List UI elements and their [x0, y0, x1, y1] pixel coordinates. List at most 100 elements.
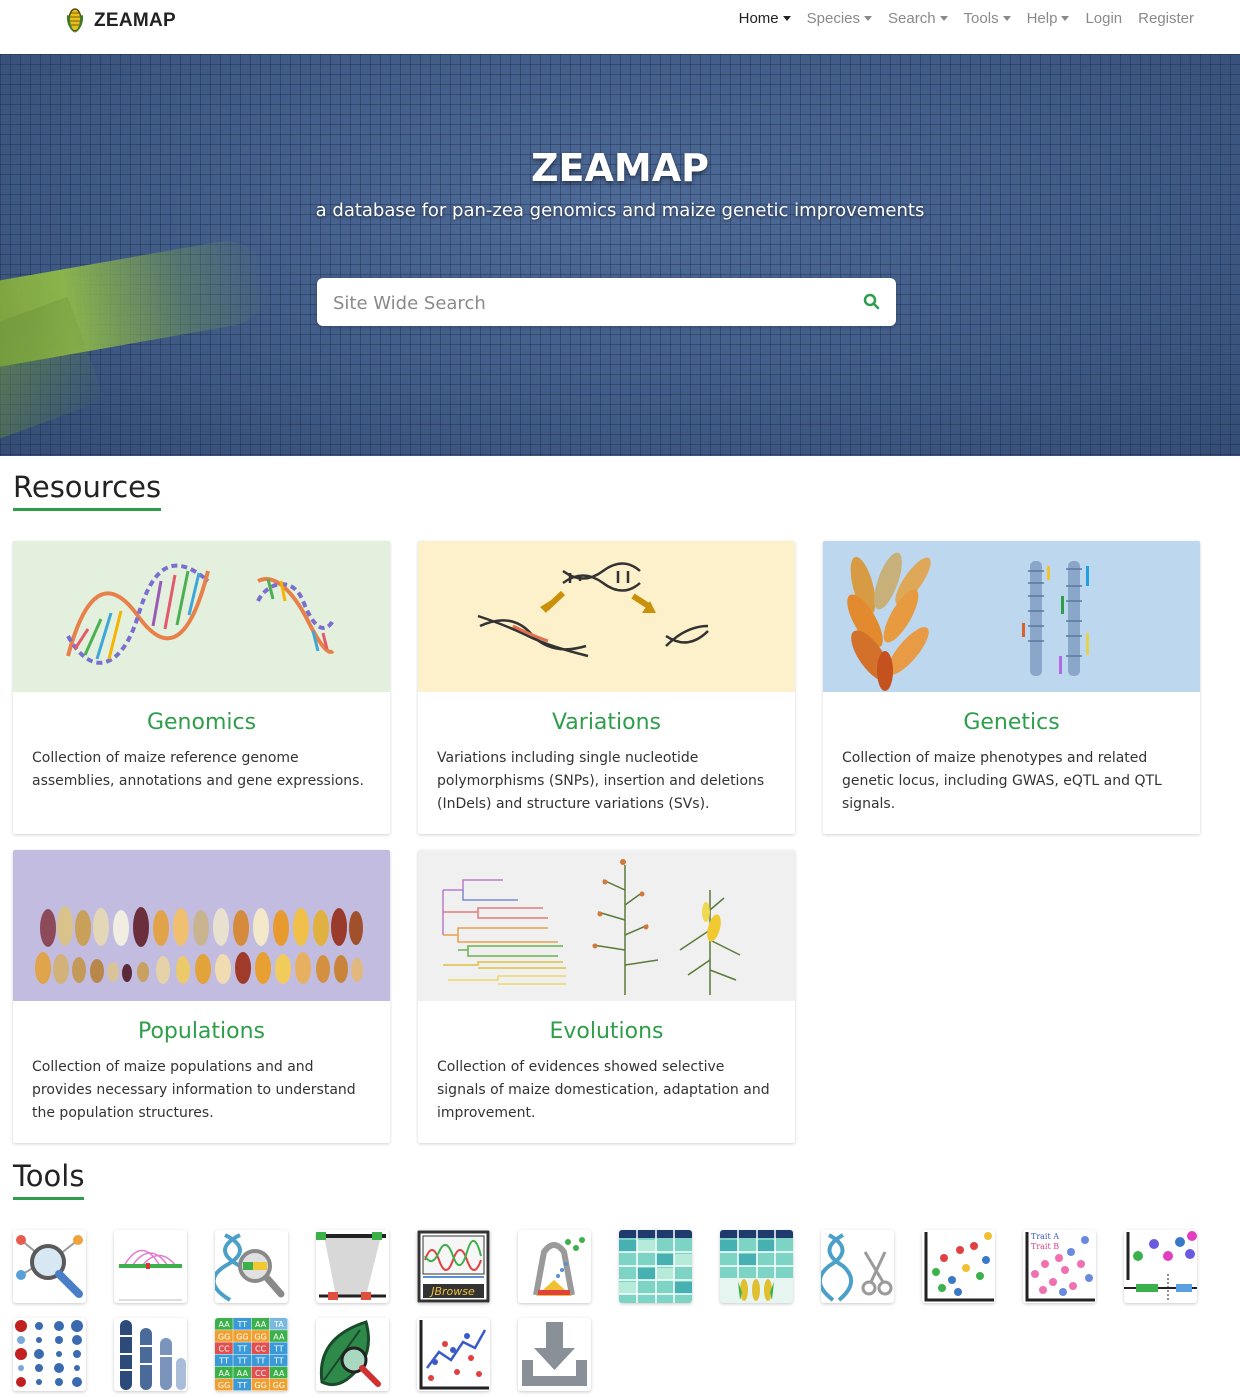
phylogeny-plant-icon	[442, 859, 741, 995]
expression-heatmap-icon	[619, 1230, 692, 1303]
line-chart-icon	[419, 1320, 489, 1390]
genotype-cell-label: GG	[236, 1332, 248, 1341]
nav-search[interactable]: Search	[888, 10, 948, 27]
tool-network-search[interactable]	[13, 1230, 86, 1303]
tool-scatter-plot[interactable]	[922, 1230, 995, 1303]
tool-leaf-search[interactable]	[316, 1318, 389, 1391]
jbrowse-icon: JBrowse	[417, 1230, 490, 1303]
corn-logo-icon	[66, 8, 84, 33]
card-description: Variations including single nucleotide p…	[437, 750, 765, 812]
genotype-cell-label: GG	[273, 1381, 285, 1390]
nav-help[interactable]: Help	[1027, 10, 1070, 27]
tool-primer-design[interactable]	[518, 1230, 591, 1303]
nav-home[interactable]: Home	[739, 10, 791, 27]
genotype-cell-label: AA	[219, 1320, 231, 1329]
populations-image	[13, 850, 390, 1001]
nav-species[interactable]: Species	[806, 10, 873, 27]
tool-synteny[interactable]	[114, 1230, 187, 1303]
nav-search-label: Search	[888, 10, 936, 27]
genetics-image	[823, 541, 1200, 692]
resource-card-populations[interactable]: Populations Collection of maize populati…	[13, 850, 390, 1143]
trait-b-label: Trait B	[1031, 1242, 1059, 1251]
genotype-table-icon: AA TT AA TA GG GG GG AA CC TT CC TT TT TT TT TT AA AA CC AA…	[215, 1318, 288, 1391]
crispr-icon	[821, 1233, 893, 1302]
nav-login[interactable]: Login	[1085, 10, 1122, 27]
card-description: Collection of maize reference genome ass…	[32, 750, 364, 789]
leaf-search-icon	[319, 1320, 381, 1387]
brand[interactable]: ZEAMAP	[64, 7, 176, 35]
tool-expression-heatmap[interactable]	[619, 1230, 692, 1303]
trait-scatter-icon: Trait A Trait B	[1025, 1232, 1095, 1302]
caret-down-icon	[1061, 16, 1070, 21]
card-description: Collection of maize phenotypes and relat…	[842, 750, 1162, 812]
tool-trait-scatter[interactable]: Trait A Trait B	[1023, 1230, 1096, 1303]
resource-card-genomics[interactable]: Genomics Collection of maize reference g…	[13, 541, 390, 834]
corn-ear-chromosome-icon	[847, 552, 1089, 691]
navbar: ZEAMAP Home Species Search Tools Help Lo…	[0, 0, 1240, 55]
genotype-cell-label: AA	[273, 1369, 285, 1378]
nav-home-label: Home	[738, 10, 779, 27]
card-title: Variations	[551, 710, 662, 735]
nav-login-label: Login	[1085, 10, 1123, 27]
search-icon[interactable]	[862, 292, 882, 312]
caret-down-icon	[1002, 16, 1011, 21]
tool-gene-structure[interactable]	[1124, 1230, 1197, 1303]
scatter-plot-icon	[924, 1232, 994, 1302]
tool-jbrowse[interactable]: JBrowse	[417, 1230, 490, 1303]
tool-line-chart[interactable]	[417, 1318, 490, 1391]
card-description: Collection of maize populations and and …	[32, 1059, 356, 1121]
phenotype-heatmap-icon	[720, 1230, 793, 1303]
jbrowse-label: JBrowse	[429, 1285, 475, 1298]
hero-title: ZEAMAP	[531, 146, 709, 190]
corn-varieties-icon	[35, 906, 363, 984]
card-title: Populations	[137, 1019, 266, 1044]
genotype-cell-label: GG	[254, 1381, 266, 1390]
card-title: Genomics	[146, 710, 257, 735]
resource-card-genetics[interactable]: Genetics Collection of maize phenotypes …	[823, 541, 1200, 834]
genome-compare-icon	[316, 1232, 386, 1300]
gene-structure-icon	[1124, 1231, 1197, 1302]
resource-card-evolutions[interactable]: Evolutions Collection of evidences showe…	[418, 850, 795, 1143]
primer-design-icon	[533, 1237, 585, 1296]
nav-help-label: Help	[1026, 10, 1058, 27]
tool-dot-matrix[interactable]	[13, 1318, 86, 1391]
tool-dna-search[interactable]	[215, 1230, 288, 1303]
genotype-cell-label: TA	[273, 1320, 284, 1329]
genotype-cell-label: AA	[255, 1320, 267, 1329]
hero-banner: ZEAMAP a database for pan-zea genomics a…	[0, 54, 1240, 456]
dna-mutation-icon	[477, 562, 709, 658]
genotype-cell-label: TT	[237, 1344, 248, 1353]
chromosome-icon	[120, 1320, 186, 1390]
site-search	[317, 278, 896, 328]
genotype-cell-label: TT	[237, 1381, 248, 1390]
tool-download[interactable]	[518, 1318, 591, 1391]
genotype-cell-label: TT	[255, 1357, 266, 1366]
genotype-cell-label: TT	[237, 1357, 248, 1366]
tool-chromosome[interactable]	[114, 1318, 187, 1391]
caret-down-icon	[864, 16, 873, 21]
caret-down-icon	[782, 16, 791, 21]
dna-search-icon	[215, 1233, 285, 1302]
nav-species-label: Species	[806, 10, 861, 27]
tool-genome-compare[interactable]	[316, 1230, 389, 1303]
tool-crispr[interactable]	[821, 1230, 894, 1303]
genotype-cell-label: AA	[237, 1369, 249, 1378]
network-search-icon	[16, 1235, 83, 1298]
brand-name: ZEAMAP	[94, 10, 177, 31]
nav-tools[interactable]: Tools	[964, 10, 1011, 27]
genotype-cell-label: CC	[219, 1344, 231, 1353]
genotype-cell-label: GG	[218, 1381, 230, 1390]
resource-card-variations[interactable]: Variations Variations including single n…	[418, 541, 795, 834]
tool-genotype-table[interactable]: AA TT AA TA GG GG GG AA CC TT CC TT TT TT TT TT AA AA CC AA…	[215, 1318, 288, 1391]
download-icon	[522, 1322, 587, 1386]
nav-register-label: Register	[1138, 10, 1194, 27]
dot-matrix-icon	[15, 1320, 83, 1387]
genotype-cell-label: GG	[254, 1332, 266, 1341]
caret-down-icon	[939, 16, 948, 21]
nav-menu: Home Species Search Tools Help Login Reg…	[739, 10, 1194, 27]
tool-phenotype-heatmap[interactable]	[720, 1230, 793, 1303]
genotype-cell-label: GG	[218, 1332, 230, 1341]
nav-register[interactable]: Register	[1138, 10, 1194, 27]
genotype-cell-label: TT	[273, 1344, 284, 1353]
site-search-input[interactable]	[331, 278, 835, 328]
